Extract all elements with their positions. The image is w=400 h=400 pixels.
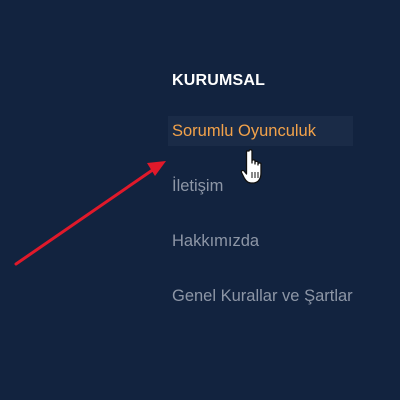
menu-item-iletisim[interactable]: İletişim: [172, 175, 353, 197]
menu-item-sorumlu-oyunculuk[interactable]: Sorumlu Oyunculuk: [168, 116, 353, 146]
page: KURUMSAL Sorumlu Oyunculuk İletişim Hakk…: [0, 0, 400, 400]
footer-column-kurumsal: KURUMSAL Sorumlu Oyunculuk İletişim Hakk…: [168, 70, 353, 340]
section-title: KURUMSAL: [172, 72, 266, 89]
menu-item-genel-kurallar[interactable]: Genel Kurallar ve Şartlar: [172, 285, 353, 307]
menu-item-hakkimizda[interactable]: Hakkımızda: [172, 230, 353, 252]
